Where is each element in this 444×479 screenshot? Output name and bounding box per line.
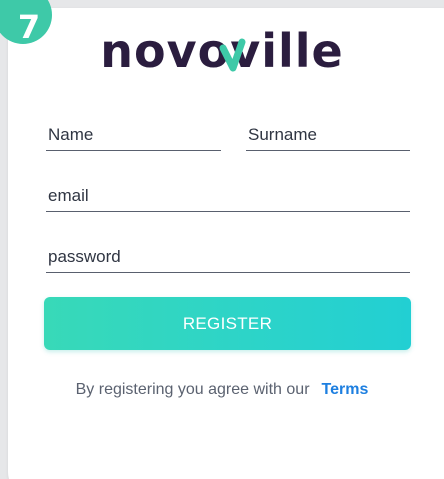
email-field-wrapper — [46, 183, 414, 212]
surname-field-wrapper — [246, 122, 414, 151]
register-button[interactable]: REGISTER — [44, 297, 411, 350]
terms-prefix-text: By registering you agree with our — [75, 381, 310, 398]
brand-logo: novoville — [0, 22, 444, 82]
password-input[interactable] — [46, 244, 414, 270]
terms-link[interactable]: Terms — [322, 381, 369, 398]
password-field-wrapper — [46, 244, 414, 273]
terms-notice: By registering you agree with our Terms — [0, 381, 444, 399]
name-input[interactable] — [46, 122, 225, 148]
email-input[interactable] — [46, 183, 414, 209]
novoville-logo: novoville — [102, 24, 342, 78]
surname-input[interactable] — [246, 122, 414, 148]
name-field-wrapper — [46, 122, 225, 151]
step-number: 7 — [17, 8, 41, 46]
screen: 7 novoville REGISTER By registering you … — [0, 0, 444, 479]
